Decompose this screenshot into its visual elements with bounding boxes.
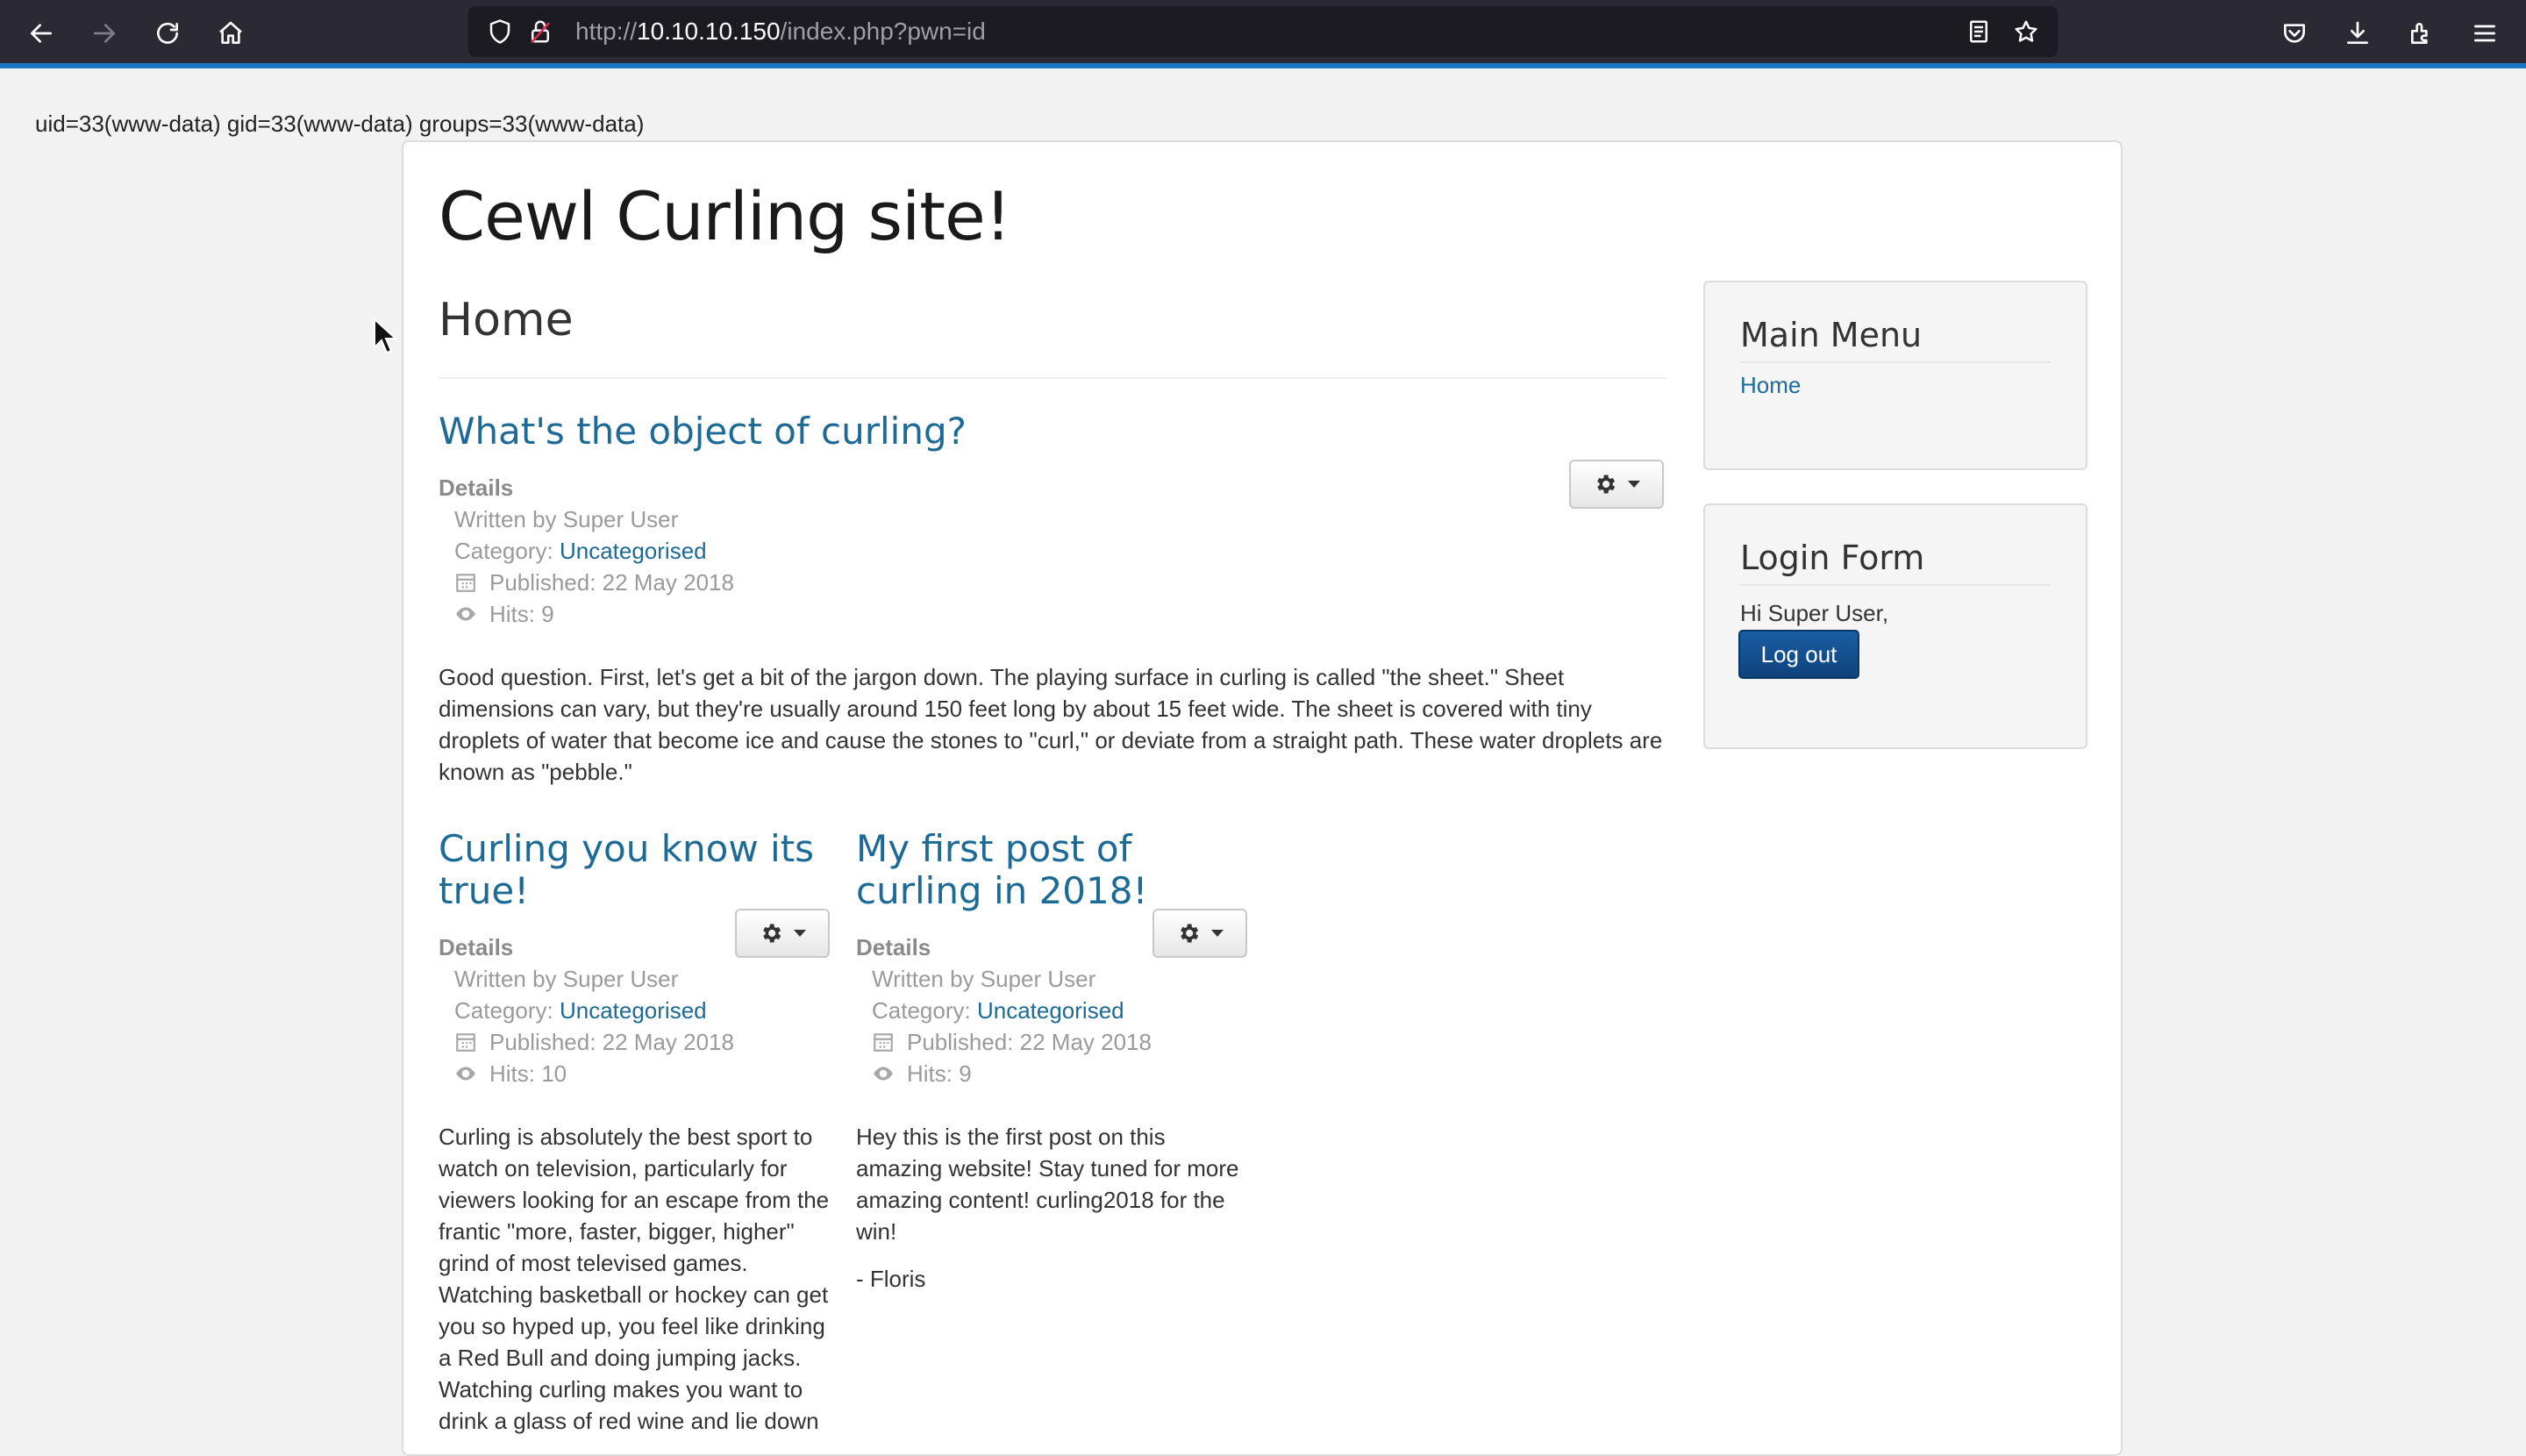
eye-icon <box>456 607 475 621</box>
back-button[interactable] <box>20 12 62 54</box>
chevron-down-icon <box>1628 481 1640 488</box>
chevron-down-icon <box>1211 930 1224 937</box>
article-actions-button[interactable] <box>1152 909 1247 958</box>
login-greeting: Hi Super User, <box>1740 600 1889 626</box>
article-published: Published: 22 May 2018 <box>439 567 1666 598</box>
menu-item-home[interactable]: Home <box>1740 372 2051 399</box>
category-prefix: Category: <box>454 538 560 564</box>
article-published: Published: 22 May 2018 <box>439 1026 831 1058</box>
hits-count: Hits: 9 <box>489 601 554 627</box>
gear-icon <box>1597 475 1616 494</box>
article-actions-button[interactable] <box>735 909 830 958</box>
menu-icon <box>2474 25 2495 42</box>
article-item: What's the object of curling? Details Wr… <box>439 410 1666 788</box>
shield-icon <box>489 19 510 44</box>
command-output-text: uid=33(www-data) gid=33(www-data) groups… <box>35 111 645 137</box>
star-icon <box>2015 20 2037 42</box>
pocket-icon <box>2284 24 2305 43</box>
downloads-button[interactable] <box>2337 12 2379 54</box>
article-category: Category: Uncategorised <box>439 535 1666 567</box>
details-label: Details <box>439 475 514 501</box>
main-menu-module: Main Menu Home <box>1703 281 2087 470</box>
article-body: Good question. First, let's get a bit of… <box>439 664 1663 785</box>
article-item: My first post of curling in 2018! Detail… <box>856 828 1249 1295</box>
calendar-icon <box>456 574 475 592</box>
login-form-title: Login Form <box>1740 537 2051 586</box>
tracking-protection-button[interactable] <box>486 18 514 46</box>
article-body: Hey this is the first post on this amazi… <box>856 1124 1239 1245</box>
page-heading: Home <box>439 288 1666 379</box>
published-date: Published: 22 May 2018 <box>489 1029 734 1055</box>
reader-view-button[interactable] <box>1965 18 1993 46</box>
chevron-down-icon <box>794 930 806 937</box>
article-title[interactable]: My first post of curling in 2018! <box>856 828 1172 912</box>
home-icon <box>219 21 242 44</box>
article-author: Written by Super User <box>872 966 1096 992</box>
article-actions-button[interactable] <box>1569 460 1664 509</box>
browser-toolbar: http://10.10.10.150/index.php?pwn=id <box>0 0 2526 68</box>
article-hits: Hits: 10 <box>439 1058 831 1089</box>
published-date: Published: 22 May 2018 <box>489 569 734 596</box>
article-category: Category: Uncategorised <box>439 995 831 1026</box>
forward-button[interactable] <box>83 12 125 54</box>
category-prefix: Category: <box>872 997 977 1024</box>
gear-icon <box>763 924 781 943</box>
address-bar[interactable]: http://10.10.10.150/index.php?pwn=id <box>468 6 2058 57</box>
hits-count: Hits: 10 <box>489 1060 567 1087</box>
forward-arrow-icon <box>94 24 115 43</box>
bookmark-button[interactable] <box>2012 18 2040 46</box>
url-path: /index.php?pwn=id <box>780 18 986 45</box>
article-item: Curling you know its true! Details Writt… <box>439 828 831 1437</box>
calendar-icon <box>874 1033 893 1052</box>
download-icon <box>2347 21 2368 44</box>
eye-icon <box>874 1067 893 1081</box>
app-menu-button[interactable] <box>2464 12 2506 54</box>
login-form-module: Login Form Hi Super User, Log out <box>1703 503 2087 749</box>
published-date: Published: 22 May 2018 <box>907 1029 1152 1055</box>
site-title[interactable]: Cewl Curling site! <box>439 177 1011 255</box>
extensions-icon <box>2411 23 2428 44</box>
site-container: Cewl Curling site! Home What's the objec… <box>402 140 2123 1456</box>
lock-icon <box>531 20 550 44</box>
main-menu-title: Main Menu <box>1740 314 2051 363</box>
article-category: Category: Uncategorised <box>856 995 1249 1026</box>
main-content: Home What's the object of curling? Detai… <box>439 288 1666 1434</box>
eye-icon <box>456 1067 475 1081</box>
article-hits: Hits: 9 <box>856 1058 1249 1089</box>
reload-icon <box>157 22 178 44</box>
article-author: Written by Super User <box>454 506 679 532</box>
home-button[interactable] <box>210 12 252 54</box>
back-arrow-icon <box>31 24 52 43</box>
hits-count: Hits: 9 <box>907 1060 972 1087</box>
reload-button[interactable] <box>146 12 189 54</box>
url-text[interactable]: http://10.10.10.150/index.php?pwn=id <box>575 6 986 57</box>
calendar-icon <box>456 1033 475 1052</box>
article-hits: Hits: 9 <box>439 598 1666 630</box>
category-link[interactable]: Uncategorised <box>560 997 707 1024</box>
category-prefix: Category: <box>454 997 560 1024</box>
article-title[interactable]: What's the object of curling? <box>439 410 1666 453</box>
gear-icon <box>1181 924 1199 943</box>
article-signature: - Floris <box>856 1266 926 1292</box>
category-link[interactable]: Uncategorised <box>977 997 1124 1024</box>
site-security-button[interactable] <box>526 18 554 46</box>
pocket-button[interactable] <box>2273 12 2316 54</box>
article-body: Curling is absolutely the best sport to … <box>439 1124 830 1434</box>
logout-button[interactable]: Log out <box>1738 630 1859 679</box>
article-author: Written by Super User <box>454 966 679 992</box>
mouse-cursor-icon <box>374 318 397 354</box>
url-scheme: http:// <box>575 18 638 45</box>
article-published: Published: 22 May 2018 <box>856 1026 1249 1058</box>
url-host: 10.10.10.150 <box>637 18 781 45</box>
article-title[interactable]: Curling you know its true! <box>439 828 831 912</box>
extensions-button[interactable] <box>2401 12 2443 54</box>
reader-view-icon <box>1970 20 1987 43</box>
category-link[interactable]: Uncategorised <box>560 538 707 564</box>
